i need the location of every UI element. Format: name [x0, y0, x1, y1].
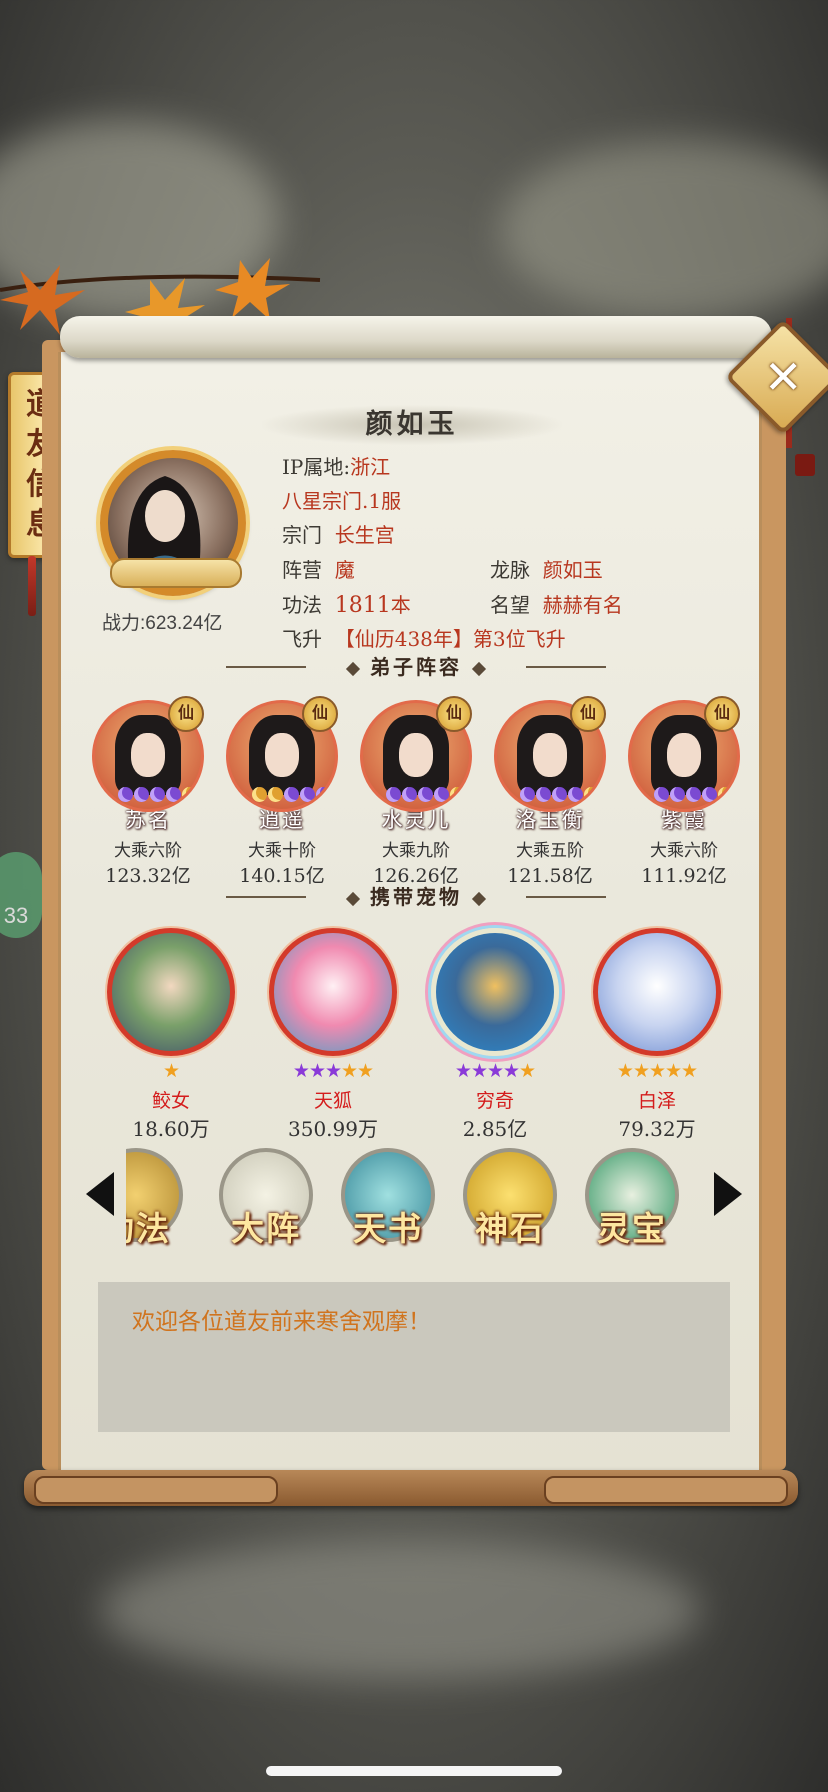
server-row: 八星宗门.1服 — [282, 484, 401, 518]
avatar-portrait-icon — [127, 476, 201, 568]
pet-stars: ★★★★★ — [292, 1060, 374, 1082]
disciple-card[interactable]: 仙 洛玉衡 大乘五阶 121.58亿 — [488, 696, 612, 888]
disciple-moons — [241, 787, 335, 805]
scroll-bottom-roller — [24, 1470, 798, 1506]
avatar-cloud-frame — [110, 558, 242, 588]
pet-card[interactable]: ★ 鲛女 18.60万 — [96, 928, 246, 1142]
pet-name: 天狐 — [313, 1090, 352, 1112]
player-name: 颜如玉 — [262, 405, 562, 445]
fame-row: 名望 赫赫有名 — [490, 588, 623, 622]
pet-name: 鲛女 — [151, 1090, 190, 1112]
pet-power: 2.85亿 — [462, 1117, 528, 1141]
close-knot — [795, 454, 815, 476]
ascend-label: 飞升 — [282, 627, 322, 651]
xian-badge-icon: 仙 — [302, 696, 338, 732]
sect-row: 宗门 长生宫 — [282, 518, 395, 552]
arrow-left-icon[interactable] — [86, 1172, 114, 1216]
disciple-moons — [107, 787, 201, 805]
tool-gongfa[interactable]: 功法 — [126, 1148, 186, 1248]
scroll-top-roller — [60, 316, 772, 358]
fame-value: 赫赫有名 — [542, 593, 623, 617]
fame-label: 名望 — [490, 593, 530, 617]
tool-label: 灵宝 — [597, 1209, 667, 1248]
pet-portrait — [593, 928, 721, 1056]
disciple-power: 123.32亿 — [105, 865, 191, 887]
pet-card[interactable]: ★★★★★ 天狐 350.99万 — [258, 928, 408, 1142]
section-pets-title: 携带宠物 — [370, 885, 462, 909]
tool-label: 功法 — [126, 1209, 171, 1248]
ascend-row: 飞升 【仙历438年】第3位飞升 — [282, 622, 566, 656]
arrow-right-icon[interactable] — [714, 1172, 742, 1216]
skill-row: 功法 1811本 — [282, 588, 411, 623]
xian-badge-icon: 仙 — [570, 696, 606, 732]
xian-badge-icon: 仙 — [436, 696, 472, 732]
tool-label: 神石 — [475, 1209, 545, 1248]
pet-stars: ★★★★★ — [454, 1060, 536, 1082]
dragon-label: 龙脉 — [490, 558, 530, 582]
xian-badge-icon: 仙 — [168, 696, 204, 732]
pet-stars: ★ — [162, 1060, 180, 1082]
disciple-moons — [375, 787, 469, 805]
tool-shenshi[interactable]: 神石 — [460, 1148, 560, 1248]
skill-unit: 本 — [390, 593, 411, 617]
side-level-badge[interactable]: 33 — [0, 852, 42, 938]
disciple-card[interactable]: 仙 苏名 大乘六阶 123.32亿 — [86, 696, 210, 888]
ascend-value: 【仙历438年】第3位飞升 — [334, 627, 566, 651]
disciple-rank: 大乘五阶 — [516, 841, 584, 861]
pet-portrait — [107, 928, 235, 1056]
close-icon: ✕ — [763, 349, 803, 404]
disciple-moons — [509, 787, 603, 805]
sect-label: 宗门 — [282, 523, 322, 547]
pet-card[interactable]: ★★★★★ 白泽 79.32万 — [582, 928, 732, 1142]
disciple-rank: 大乘九阶 — [382, 841, 450, 861]
sect-value[interactable]: 长生宫 — [335, 523, 395, 547]
welcome-message: 欢迎各位道友前来寒舍观摩！ — [132, 1308, 431, 1334]
tool-label: 天书 — [353, 1209, 423, 1248]
pet-power: 18.60万 — [132, 1117, 210, 1141]
pet-portrait — [431, 928, 559, 1056]
disciples-list: 仙 苏名 大乘六阶 123.32亿 仙 逍遥 大乘十阶 140.15亿 仙 水灵… — [86, 696, 746, 887]
section-disciples-title: 弟子阵容 — [370, 655, 462, 679]
player-power: 战力:623.24亿 — [102, 613, 223, 634]
disciple-rank: 大乘六阶 — [114, 841, 182, 861]
section-pets-header: 携带宠物 — [226, 882, 606, 912]
tools-carousel: 功法 大阵 天书 神石 灵宝 — [126, 1140, 706, 1260]
tool-lingbao[interactable]: 灵宝 — [582, 1148, 682, 1248]
dragon-row: 龙脉 颜如玉 — [490, 553, 603, 587]
section-disciples-header: 弟子阵容 — [226, 652, 606, 682]
disciple-card[interactable]: 仙 逍遥 大乘十阶 140.15亿 — [220, 696, 344, 888]
disciple-card[interactable]: 仙 水灵儿 大乘九阶 126.26亿 — [354, 696, 478, 888]
xian-badge-icon: 仙 — [704, 696, 740, 732]
camp-value: 魔 — [334, 558, 355, 582]
pet-portrait — [269, 928, 397, 1056]
skill-value: 1811 — [334, 593, 391, 618]
pet-name: 白泽 — [637, 1090, 676, 1112]
skill-label: 功法 — [282, 593, 322, 617]
camp-row: 阵营 魔 — [282, 553, 355, 587]
tool-label: 大阵 — [231, 1209, 301, 1248]
tassel-decoration — [28, 556, 36, 616]
disciple-rank: 大乘十阶 — [248, 841, 316, 861]
pet-stars: ★★★★★ — [616, 1060, 698, 1082]
tool-dazhen[interactable]: 大阵 — [216, 1148, 316, 1248]
tool-tianshu[interactable]: 天书 — [338, 1148, 438, 1248]
camp-label: 阵营 — [282, 558, 322, 582]
disciple-rank: 大乘六阶 — [650, 841, 718, 861]
ip-value: 浙江 — [350, 455, 391, 479]
server-value: 八星宗门.1服 — [282, 489, 402, 513]
pet-power: 350.99万 — [288, 1117, 378, 1141]
disciple-moons — [643, 787, 737, 805]
pet-name: 穷奇 — [475, 1090, 514, 1112]
ip-label: IP属地: — [282, 455, 351, 479]
disciple-card[interactable]: 仙 紫霞 大乘六阶 111.92亿 — [622, 696, 746, 888]
disciple-power: 111.92亿 — [641, 865, 727, 887]
ip-location-row: IP属地:浙江 — [282, 450, 390, 484]
pet-card[interactable]: ★★★★★ 穷奇 2.85亿 — [420, 928, 570, 1142]
dragon-value: 颜如玉 — [542, 558, 603, 582]
home-indicator[interactable] — [266, 1766, 562, 1776]
pet-power: 79.32万 — [618, 1117, 696, 1141]
